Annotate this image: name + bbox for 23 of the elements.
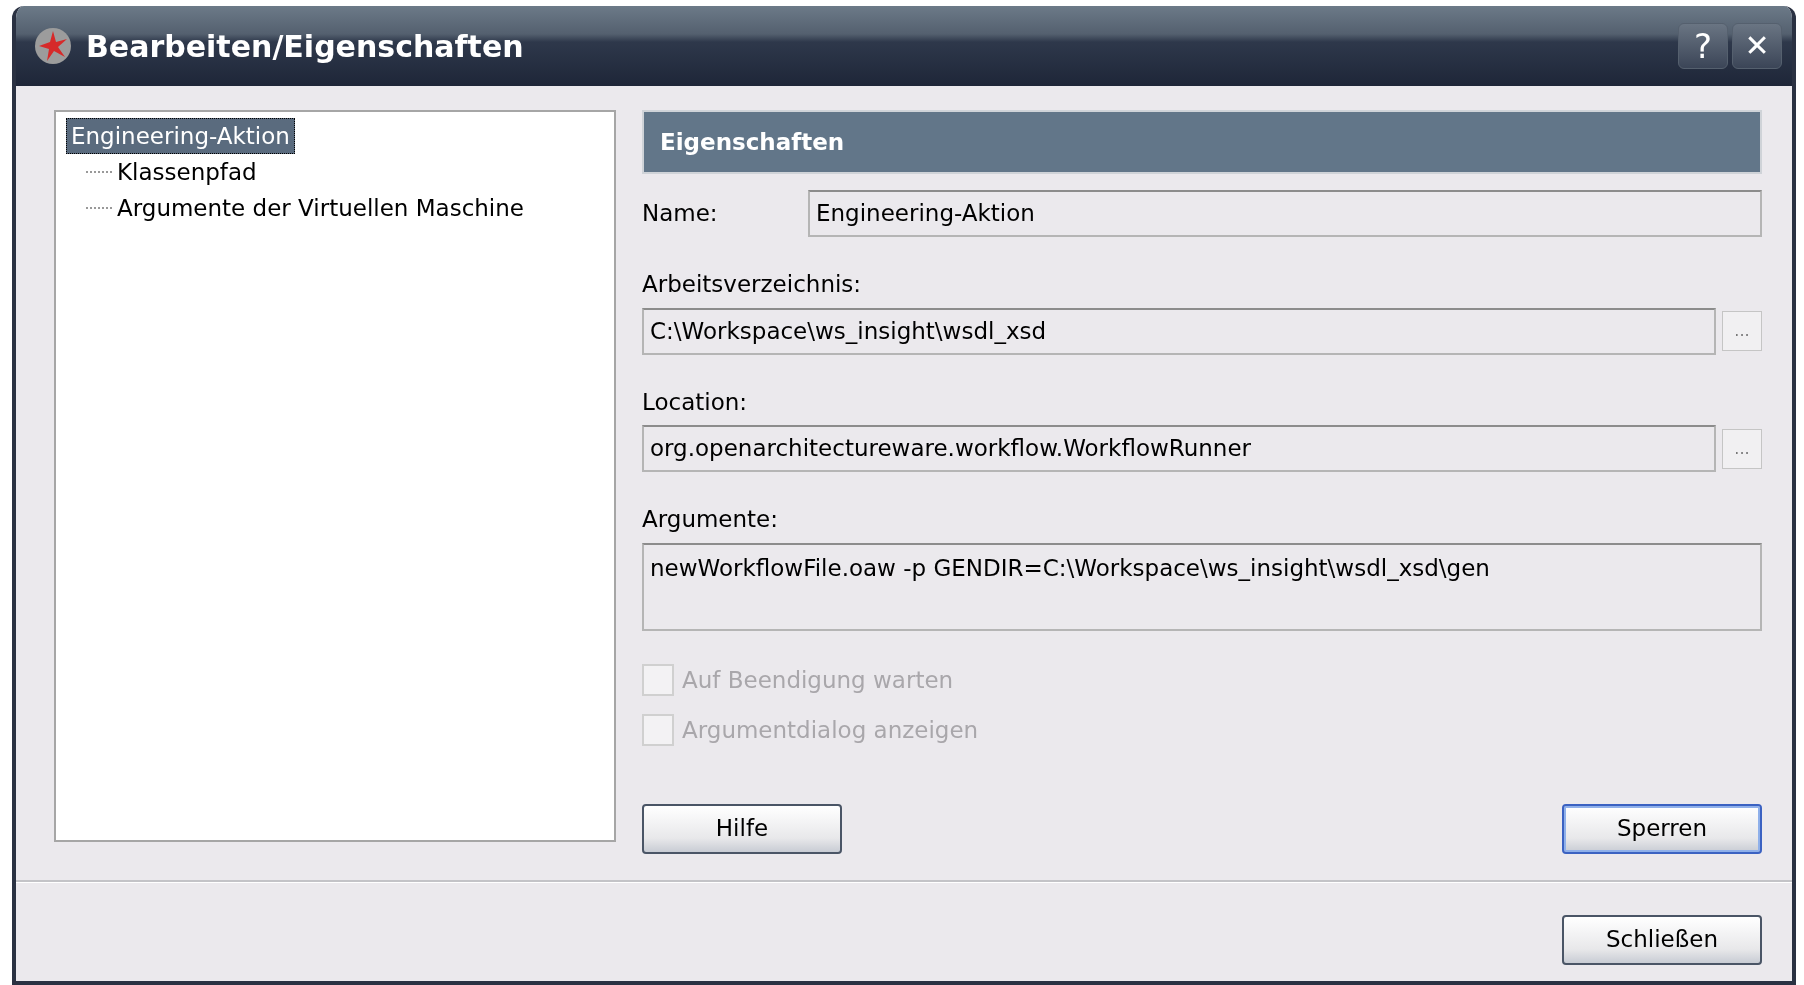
close-button[interactable]: Schließen — [1562, 914, 1762, 965]
tree-item[interactable]: Argumente der Virtuellen Maschine — [112, 190, 529, 226]
help-button[interactable]: ? — [1678, 23, 1728, 69]
apply-button[interactable]: Sperren — [1562, 803, 1762, 854]
path-field[interactable]: org.openarchitectureware.workflow.WorkflowRunner — [642, 425, 1716, 472]
section-header: Eigenschaften — [642, 110, 1762, 174]
browse-button[interactable]: ... — [1722, 311, 1762, 351]
window-title: Bearbeiten/Eigenschaften — [86, 27, 525, 66]
field-label: Arbeitsverzeichnis: — [642, 271, 862, 297]
tree-item[interactable]: Klassenpfad — [112, 154, 262, 190]
field-label: Location: — [642, 388, 748, 415]
name-field[interactable]: Engineering-Aktion — [808, 190, 1762, 237]
field-label: Name: — [642, 199, 719, 229]
help-button[interactable]: Hilfe — [642, 803, 842, 854]
app-icon — [34, 27, 72, 65]
checkbox-label: Auf Beendigung warten — [682, 665, 954, 695]
close-button[interactable]: ✕ — [1732, 23, 1782, 69]
checkbox-label: Argumentdialog anzeigen — [682, 716, 979, 745]
tree-item[interactable]: Engineering-Aktion — [66, 118, 295, 154]
field-label: Argumente: — [642, 506, 778, 532]
path-field[interactable]: C:\Workspace\ws_insight\wsdl_xsd — [642, 307, 1716, 355]
browse-button[interactable]: ... — [1722, 428, 1762, 469]
arguments-field[interactable]: newWorkflowFile.oaw -p GENDIR=C:\Workspace\ws_insight\wsdl_xsd\gen — [642, 542, 1762, 631]
